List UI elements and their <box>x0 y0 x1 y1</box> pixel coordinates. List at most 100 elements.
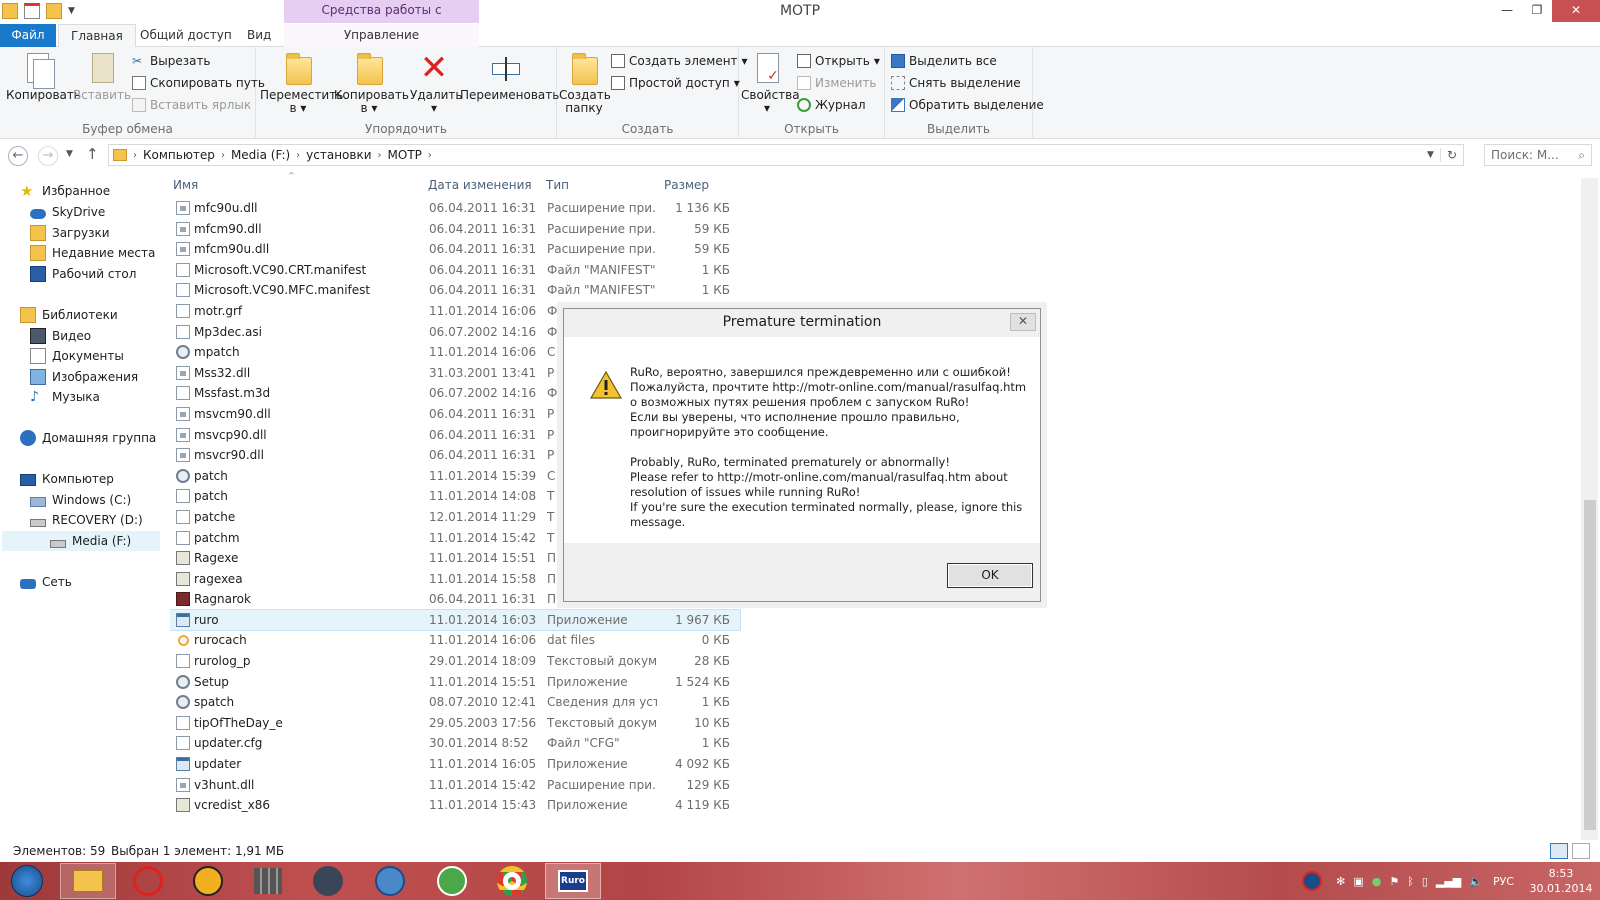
taskbar-ragnarok[interactable] <box>180 863 236 899</box>
nav-libraries[interactable]: Библиотеки <box>20 305 118 325</box>
nav-drive-f[interactable]: Media (F:) <box>2 531 160 551</box>
nav-drive-d[interactable]: RECOVERY (D:) <box>30 510 143 530</box>
file-row[interactable]: updater.cfg 30.01.2014 8:52 Файл "CFG" 1 КБ <box>170 733 740 754</box>
breadcrumb-folder[interactable]: установки <box>300 148 377 162</box>
tab-home[interactable]: Главная <box>58 24 136 47</box>
column-size[interactable]: Размер <box>664 178 709 192</box>
tray-icon[interactable]: ✻ <box>1336 875 1345 888</box>
copy-path-button[interactable]: Скопировать путь <box>132 73 265 93</box>
select-none-button[interactable]: Снять выделение <box>891 73 1021 93</box>
address-dropdown-icon[interactable]: ▼ <box>1427 150 1440 160</box>
tab-share[interactable]: Общий доступ <box>128 24 244 47</box>
nav-network[interactable]: Сеть <box>20 572 72 592</box>
delete-button[interactable]: ✕ Удалить ▾ <box>410 51 463 115</box>
nav-video[interactable]: Видео <box>30 326 91 346</box>
start-button[interactable] <box>2 863 52 899</box>
recent-locations-icon[interactable]: ▼ <box>66 149 73 159</box>
scrollbar-thumb[interactable] <box>1584 500 1596 830</box>
copy-button[interactable]: Копировать <box>6 51 81 102</box>
taskbar-utorrent[interactable] <box>424 863 480 899</box>
maximize-button[interactable]: ❐ <box>1522 0 1552 22</box>
taskbar-browser[interactable] <box>362 863 418 899</box>
breadcrumb-separator[interactable]: › <box>428 150 432 161</box>
nav-favorites[interactable]: ★ Избранное <box>20 181 110 201</box>
taskbar-explorer[interactable] <box>60 863 116 899</box>
taskbar-ruro[interactable]: Ruro <box>545 863 601 899</box>
move-to-button[interactable]: Переместить в ▾ <box>260 51 343 115</box>
copy-to-button[interactable]: Копировать в ▾ <box>334 51 409 115</box>
nav-homegroup[interactable]: Домашняя группа <box>20 428 156 448</box>
nav-pictures[interactable]: Изображения <box>30 367 138 387</box>
language-indicator[interactable]: РУС <box>1493 875 1514 888</box>
search-input[interactable]: Поиск: М... ⌕ <box>1484 144 1592 166</box>
file-row[interactable]: tipOfTheDay_e 29.05.2003 17:56 Текстовый д… <box>170 713 740 734</box>
file-row[interactable]: Microsoft.VC90.MFC.manifest 06.04.2011 16… <box>170 280 740 301</box>
up-button[interactable]: ↑ <box>86 145 99 163</box>
invert-selection-button[interactable]: Обратить выделение <box>891 95 1044 115</box>
details-view-icon[interactable] <box>1550 843 1568 859</box>
column-name[interactable]: Имя <box>173 178 198 192</box>
file-row[interactable]: rurolog_p 29.01.2014 18:09 Текстовый докум… <box>170 651 740 672</box>
open-button[interactable]: Открыть ▾ <box>797 51 880 71</box>
file-row[interactable]: mfc90u.dll 06.04.2011 16:31 Расширение при… <box>170 198 740 219</box>
paste-button[interactable]: Вставить <box>72 51 132 102</box>
close-button[interactable]: ✕ <box>1552 0 1600 22</box>
file-row[interactable]: rurocach 11.01.2014 16:06 dat files 0 КБ <box>170 630 740 651</box>
battery-icon[interactable]: ▯ <box>1422 875 1428 888</box>
forward-button[interactable]: → <box>38 146 58 166</box>
volume-icon[interactable]: 🔈 <box>1469 875 1483 888</box>
rename-button[interactable]: Переименовать <box>460 51 559 102</box>
file-row[interactable]: Setup 11.01.2014 15:51 Приложение 1 524 КБ <box>170 672 740 693</box>
file-row[interactable]: spatch 08.07.2010 12:41 Сведения для уст..… <box>170 692 740 713</box>
nav-music[interactable]: ♪ Музыка <box>30 387 100 407</box>
nav-drive-c[interactable]: Windows (C:) <box>30 490 131 510</box>
cut-button[interactable]: ✂ Вырезать <box>132 51 211 71</box>
tray-icon[interactable]: ▣ <box>1353 875 1363 888</box>
nav-desktop[interactable]: Рабочий стол <box>30 264 136 284</box>
tab-manage[interactable]: Управление <box>284 24 479 47</box>
nav-recent[interactable]: Недавние места <box>30 243 155 263</box>
ok-button[interactable]: OK <box>947 563 1033 588</box>
dialog-close-button[interactable]: ✕ <box>1010 313 1036 331</box>
taskbar-gecko[interactable] <box>300 863 356 899</box>
back-button[interactable]: ← <box>8 146 28 166</box>
easy-access-button[interactable]: Простой доступ ▾ <box>611 73 740 93</box>
alert-icon[interactable] <box>1302 871 1323 891</box>
file-row[interactable]: Microsoft.VC90.CRT.manifest 06.04.2011 16… <box>170 260 740 281</box>
nav-downloads[interactable]: Загрузки <box>30 223 110 243</box>
paste-shortcut-button[interactable]: Вставить ярлык <box>132 95 251 115</box>
tray-icon[interactable]: ● <box>1372 875 1382 888</box>
file-row[interactable]: updater 11.01.2014 16:05 Приложение 4 092 К… <box>170 754 740 775</box>
select-all-button[interactable]: Выделить все <box>891 51 997 71</box>
signal-icon[interactable]: ▂▄▆ <box>1436 875 1461 888</box>
taskbar-game[interactable] <box>240 863 296 899</box>
breadcrumb-current[interactable]: МОТР <box>382 148 428 162</box>
tab-file[interactable]: Файл <box>0 24 56 47</box>
bluetooth-icon[interactable]: ᛒ <box>1407 875 1414 888</box>
breadcrumb-drive[interactable]: Media (F:) <box>225 148 296 162</box>
nav-documents[interactable]: Документы <box>30 346 124 366</box>
history-button[interactable]: Журнал <box>797 95 866 115</box>
new-item-button[interactable]: Создать элемент ▾ <box>611 51 748 71</box>
breadcrumb-computer[interactable]: Компьютер <box>137 148 221 162</box>
refresh-icon[interactable]: ↻ <box>1439 148 1463 162</box>
tab-view[interactable]: Вид <box>235 24 283 47</box>
nav-skydrive[interactable]: SkyDrive <box>30 202 105 222</box>
column-type[interactable]: Тип <box>546 178 569 192</box>
file-row[interactable]: ruro 11.01.2014 16:03 Приложение 1 967 КБ <box>170 608 741 632</box>
properties-button[interactable]: ✓ Свойства ▾ <box>741 51 800 115</box>
file-row[interactable]: mfcm90u.dll 06.04.2011 16:31 Расширение пр… <box>170 239 740 260</box>
column-date[interactable]: Дата изменения <box>428 178 532 192</box>
clock[interactable]: 8:53 30.01.2014 <box>1522 866 1600 896</box>
taskbar-paint[interactable] <box>120 863 176 899</box>
address-bar[interactable]: › Компьютер › Media (F:) › установки › М… <box>108 144 1464 166</box>
file-row[interactable]: mfcm90.dll 06.04.2011 16:31 Расширение при… <box>170 219 740 240</box>
flag-icon[interactable]: ⚑ <box>1389 875 1399 888</box>
taskbar-chrome[interactable] <box>484 863 540 899</box>
edit-button[interactable]: Изменить <box>797 73 877 93</box>
file-row[interactable]: vcredist_x86 11.01.2014 15:43 Приложение 4 … <box>170 795 740 816</box>
file-row[interactable]: v3hunt.dll 11.01.2014 15:42 Расширение при… <box>170 775 740 796</box>
nav-computer[interactable]: Компьютер <box>20 469 114 489</box>
minimize-button[interactable]: — <box>1492 0 1522 22</box>
large-icons-view-icon[interactable] <box>1572 843 1590 859</box>
